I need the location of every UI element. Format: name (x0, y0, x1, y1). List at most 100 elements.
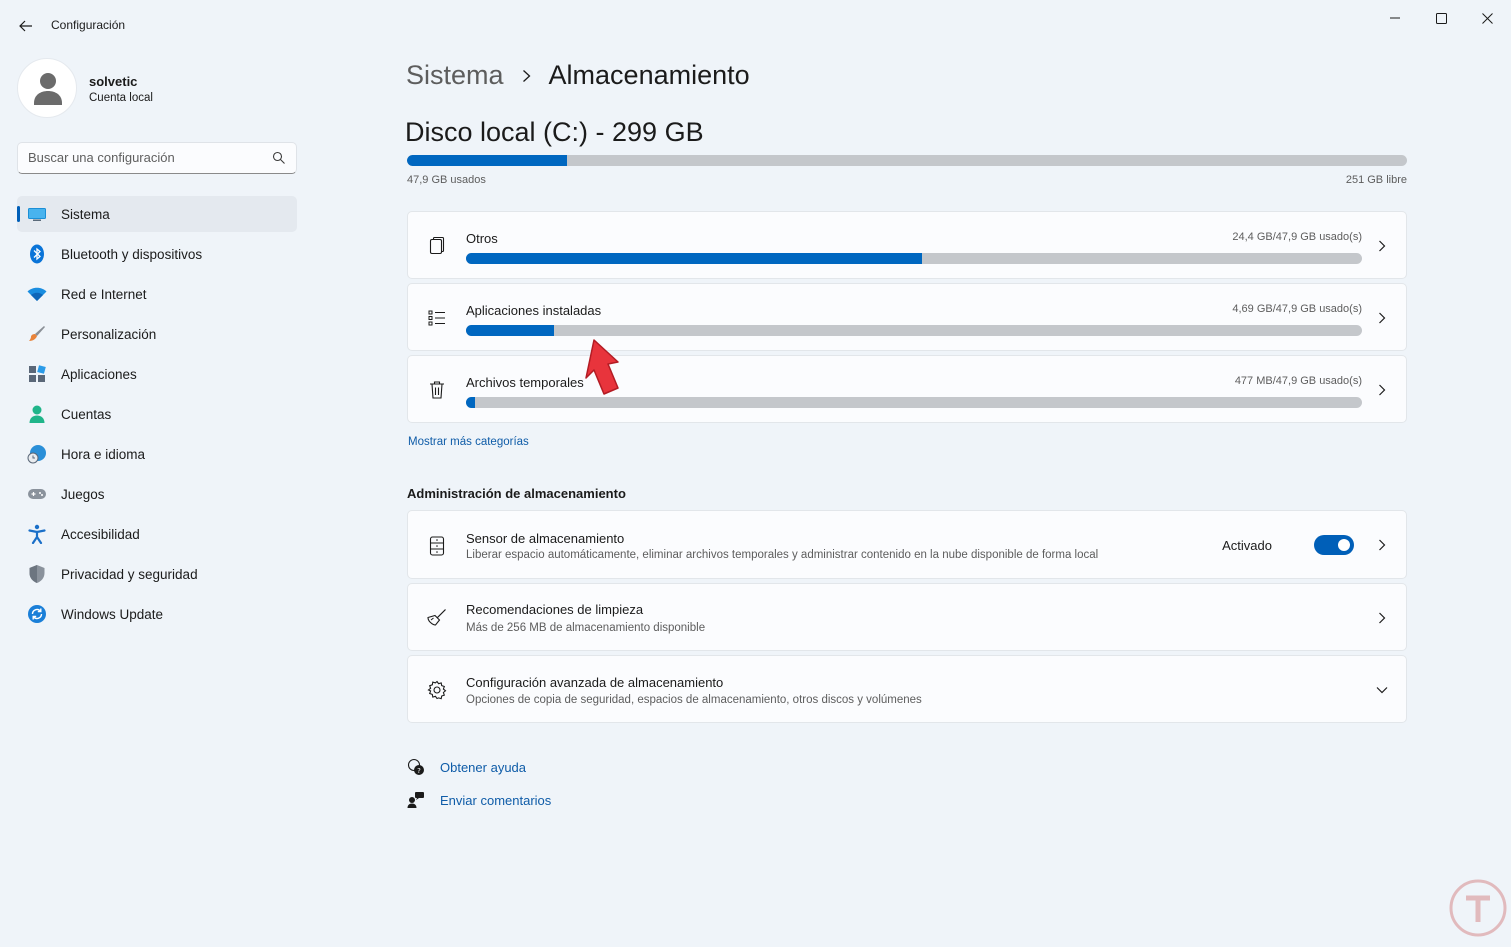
sidebar-item-label: Bluetooth y dispositivos (61, 247, 203, 262)
cleanup-recommendations-card[interactable]: Recomendaciones de limpieza Más de 256 M… (407, 583, 1407, 651)
send-feedback-link[interactable]: Enviar comentarios (406, 789, 551, 811)
category-usage-bar (466, 397, 1362, 408)
back-button[interactable] (12, 12, 40, 40)
advanced-storage-settings-card[interactable]: Configuración avanzada de almacenamiento… (407, 655, 1407, 723)
search-input[interactable] (28, 150, 268, 165)
sidebar-item-label: Privacidad y seguridad (61, 567, 198, 582)
system-icon (27, 204, 47, 224)
category-card-temporales[interactable]: Archivos temporales 477 MB/47,9 GB usado… (407, 355, 1407, 423)
category-card-otros[interactable]: Otros 24,4 GB/47,9 GB usado(s) (407, 211, 1407, 279)
sidebar-item-label: Red e Internet (61, 287, 147, 302)
trash-icon (426, 379, 448, 401)
storage-sense-icon (426, 535, 448, 557)
get-help-label: Obtener ayuda (440, 759, 527, 775)
avatar (17, 58, 77, 118)
disk-free-label: 251 GB libre (1345, 174, 1407, 186)
wifi-icon (27, 284, 47, 304)
bluetooth-icon (27, 244, 47, 264)
show-more-categories-link[interactable]: Mostrar más categorías (408, 436, 529, 448)
close-icon (1481, 12, 1493, 24)
card-subtitle: Opciones de copia de seguridad, espacios… (466, 694, 922, 706)
breadcrumb: Sistema Almacenamiento (406, 60, 750, 91)
app-title: Configuración (51, 18, 126, 32)
help-icon: ? (406, 757, 426, 777)
sidebar-item-label: Cuentas (61, 407, 112, 422)
sidebar-item-cuentas[interactable]: Cuentas (17, 396, 297, 432)
minimize-icon (1390, 17, 1400, 19)
category-title: Archivos temporales (466, 375, 584, 390)
sidebar-item-aplicaciones[interactable]: Aplicaciones (17, 356, 297, 392)
storage-sense-toggle[interactable] (1314, 535, 1354, 555)
section-title: Administración de almacenamiento (407, 486, 626, 501)
list-icon (426, 307, 448, 329)
category-usage: 4,69 GB/47,9 GB usado(s) (1232, 303, 1362, 315)
account-type: Cuenta local (89, 92, 153, 104)
search-icon[interactable] (272, 151, 286, 165)
search-box[interactable] (17, 142, 297, 174)
send-feedback-label: Enviar comentarios (440, 792, 552, 808)
sidebar-item-accesibilidad[interactable]: Accesibilidad (17, 516, 297, 552)
sidebar-item-label: Aplicaciones (61, 367, 137, 382)
disk-usage-bar (407, 155, 1407, 166)
chevron-right-icon (1376, 240, 1388, 252)
sidebar-item-sistema[interactable]: Sistema (17, 196, 297, 232)
user-avatar-icon (34, 73, 62, 105)
toggle-knob (1338, 539, 1350, 551)
sidebar-item-label: Hora e idioma (61, 447, 146, 462)
sidebar-item-windows-update[interactable]: Windows Update (17, 596, 297, 632)
category-usage: 24,4 GB/47,9 GB usado(s) (1232, 231, 1362, 243)
category-title: Aplicaciones instaladas (466, 303, 602, 318)
toggle-label: Activado (1222, 538, 1272, 553)
disk-title: Disco local (C:) - 299 GB (405, 117, 704, 147)
shield-icon (27, 564, 47, 584)
other-files-icon (426, 235, 448, 257)
accessibility-icon (27, 524, 47, 544)
sidebar-item-hora[interactable]: Hora e idioma (17, 436, 297, 472)
sidebar-item-label: Sistema (61, 207, 110, 222)
sidebar-item-juegos[interactable]: Juegos (17, 476, 297, 512)
broom-icon (426, 607, 448, 629)
chevron-right-icon (1376, 312, 1388, 324)
category-card-aplicaciones[interactable]: Aplicaciones instaladas 4,69 GB/47,9 GB … (407, 283, 1407, 351)
sidebar-item-label: Windows Update (61, 607, 164, 622)
storage-sense-card[interactable]: Sensor de almacenamiento Liberar espacio… (407, 510, 1407, 579)
category-usage: 477 MB/47,9 GB usado(s) (1234, 375, 1362, 387)
sidebar-item-personalizacion[interactable]: Personalización (17, 316, 297, 352)
close-button[interactable] (1464, 4, 1510, 32)
maximize-icon (1435, 12, 1447, 24)
category-usage-bar-fill (466, 397, 475, 408)
sidebar-item-red[interactable]: Red e Internet (17, 276, 297, 312)
minimize-button[interactable] (1372, 4, 1418, 32)
card-title: Configuración avanzada de almacenamiento (466, 675, 724, 690)
disk-usage-bar-fill (407, 155, 567, 166)
user-profile[interactable]: solvetic Cuenta local (17, 58, 297, 118)
disk-used-label: 47,9 GB usados (407, 174, 486, 186)
card-subtitle: Más de 256 MB de almacenamiento disponib… (466, 622, 706, 634)
feedback-icon (406, 790, 426, 810)
card-subtitle: Liberar espacio automáticamente, elimina… (466, 549, 1099, 561)
get-help-link[interactable]: ? Obtener ayuda (406, 756, 526, 778)
back-arrow-icon (19, 20, 32, 32)
sidebar-item-label: Accesibilidad (61, 527, 140, 542)
sidebar-item-privacidad[interactable]: Privacidad y seguridad (17, 556, 297, 592)
watermark-logo-icon (1449, 879, 1507, 937)
sidebar-item-label: Juegos (61, 487, 105, 502)
category-title: Otros (466, 231, 498, 246)
page-title: Almacenamiento (548, 60, 750, 90)
sidebar-item-bluetooth[interactable]: Bluetooth y dispositivos (17, 236, 297, 272)
chevron-right-icon (1376, 539, 1388, 551)
category-usage-bar-fill (466, 253, 923, 264)
category-usage-bar-fill (466, 325, 554, 336)
title-bar: Configuración (0, 0, 1511, 48)
gamepad-icon (27, 484, 47, 504)
chevron-right-icon (1376, 612, 1388, 624)
update-icon (27, 604, 47, 624)
apps-icon (27, 364, 47, 384)
chevron-right-icon (522, 69, 531, 83)
maximize-button[interactable] (1418, 4, 1464, 32)
chevron-down-icon (1376, 684, 1388, 696)
breadcrumb-parent[interactable]: Sistema (406, 60, 504, 91)
card-title: Sensor de almacenamiento (466, 531, 625, 546)
sidebar-item-label: Personalización (61, 327, 157, 342)
sidebar-nav: Sistema Bluetooth y dispositivos Red e I… (17, 196, 297, 636)
